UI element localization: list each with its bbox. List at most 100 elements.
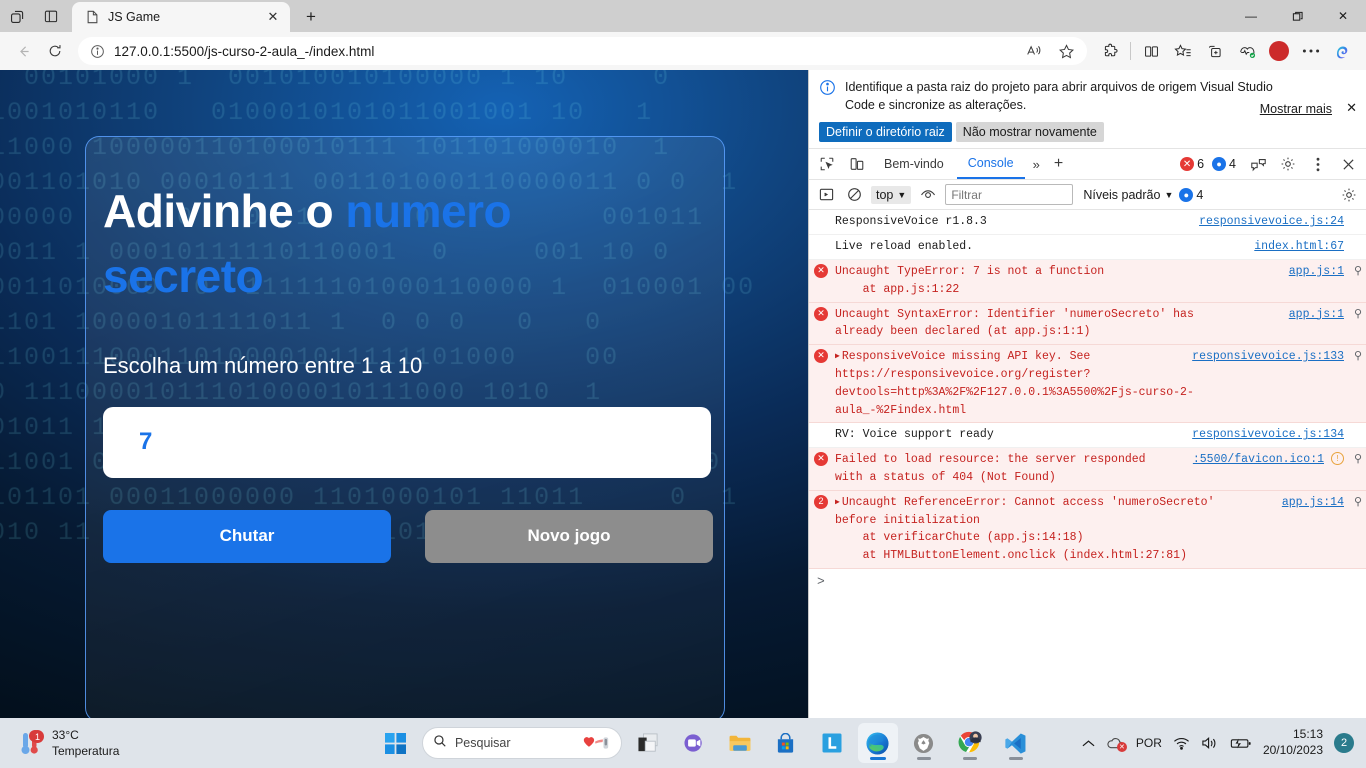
- microsoft-teams-icon[interactable]: [674, 723, 714, 763]
- show-more-link[interactable]: Mostrar mais: [1260, 102, 1332, 116]
- set-root-directory-button[interactable]: Definir o diretório raiz: [819, 122, 952, 143]
- stack-link[interactable]: app.js:14:18: [994, 531, 1077, 544]
- new-game-button[interactable]: Novo jogo: [425, 509, 713, 563]
- stack-link[interactable]: app.js:1:22: [883, 283, 959, 296]
- maximize-button[interactable]: [1274, 0, 1320, 32]
- more-vertical-icon[interactable]: [1304, 151, 1332, 177]
- console-message[interactable]: RV: Voice support ready responsivevoice.…: [809, 423, 1366, 449]
- split-screen-icon[interactable]: [1136, 36, 1166, 66]
- file-explorer-icon[interactable]: [720, 723, 760, 763]
- windows-start-icon[interactable]: [376, 723, 416, 763]
- search-input[interactable]: Pesquisar: [421, 727, 622, 759]
- devtools-tab-console[interactable]: Console: [956, 150, 1025, 179]
- gear-icon[interactable]: [1274, 151, 1302, 177]
- search-icon[interactable]: ⚲: [1354, 452, 1362, 469]
- task-view-icon[interactable]: [628, 723, 668, 763]
- browser-essentials-icon[interactable]: [1200, 36, 1230, 66]
- close-icon[interactable]: ✕: [1346, 100, 1357, 116]
- console-message[interactable]: Live reload enabled. index.html:67: [809, 235, 1366, 260]
- console-message-source[interactable]: app.js:1: [1289, 306, 1344, 324]
- more-options-icon[interactable]: [1296, 36, 1326, 66]
- copilot-icon[interactable]: [1328, 36, 1358, 66]
- guess-input[interactable]: 7: [103, 406, 711, 478]
- favorites-list-icon[interactable]: [1168, 36, 1198, 66]
- vs-code-icon[interactable]: [996, 723, 1036, 763]
- console-message[interactable]: ResponsiveVoice r1.8.3 responsivevoice.j…: [809, 210, 1366, 236]
- console-message[interactable]: 2 ▶ Uncaught ReferenceError: Cannot acces…: [809, 490, 1366, 570]
- console-message-source[interactable]: :5500/favicon.ico:1: [1193, 451, 1324, 469]
- clear-console-icon[interactable]: [843, 184, 865, 206]
- close-icon[interactable]: ✕: [262, 6, 284, 28]
- wifi-icon[interactable]: [1173, 736, 1190, 750]
- gear-icon[interactable]: [1338, 184, 1360, 206]
- info-circle-icon[interactable]: [88, 42, 106, 60]
- puzzle-piece-icon[interactable]: [1095, 36, 1125, 66]
- issues-icon[interactable]: [1244, 151, 1272, 177]
- console-message-source[interactable]: responsivevoice.js:24: [1199, 213, 1344, 231]
- expand-triangle-icon[interactable]: ▶: [835, 497, 840, 509]
- search-icon[interactable]: ⚲: [1354, 349, 1362, 366]
- stack-link[interactable]: app.js:1:1: [1014, 325, 1083, 338]
- brave-browser-icon[interactable]: [904, 723, 944, 763]
- console-message-source[interactable]: app.js:14: [1282, 494, 1344, 512]
- guess-button[interactable]: Chutar: [103, 509, 391, 563]
- error-count[interactable]: ✕ 6: [1180, 157, 1204, 172]
- console-message[interactable]: ✕ Failed to load resource: the server re…: [809, 448, 1366, 491]
- back-arrow-icon[interactable]: [8, 36, 38, 66]
- chevron-double-right-icon[interactable]: »: [1027, 157, 1046, 172]
- live-expression-icon[interactable]: [917, 184, 939, 206]
- language-indicator[interactable]: POR: [1136, 736, 1162, 750]
- vertical-tabs-icon[interactable]: [34, 0, 68, 32]
- search-icon[interactable]: ⚲: [1354, 307, 1362, 324]
- chevron-up-icon[interactable]: [1082, 739, 1095, 748]
- onedrive-error-icon[interactable]: ✕: [1106, 736, 1127, 752]
- read-aloud-icon[interactable]: [1019, 36, 1049, 66]
- address-bar[interactable]: 127.0.0.1:5500/js-curso-2-aula_-/index.h…: [78, 37, 1087, 65]
- clock[interactable]: 15:13 20/10/2023: [1263, 727, 1323, 758]
- expand-triangle-icon[interactable]: ▶: [835, 351, 840, 363]
- console-message[interactable]: ✕ Uncaught SyntaxError: Identifier 'nume…: [809, 302, 1366, 346]
- search-icon[interactable]: ⚲: [1354, 264, 1362, 281]
- weather-widget[interactable]: 1 33°C Temperatura: [0, 727, 330, 759]
- close-button[interactable]: ✕: [1320, 0, 1366, 32]
- search-icon[interactable]: ⚲: [1354, 495, 1362, 512]
- new-tab-button[interactable]: +: [296, 2, 326, 32]
- devtools-tab-bem-vindo[interactable]: Bem-vindo: [873, 150, 955, 179]
- console-message-source[interactable]: app.js:1: [1289, 263, 1344, 281]
- console-message-source[interactable]: responsivevoice.js:133: [1192, 348, 1344, 366]
- console-message[interactable]: ✕ Uncaught TypeError: 7 is not a functio…: [809, 259, 1366, 303]
- console-message-list[interactable]: ResponsiveVoice r1.8.3 responsivevoice.j…: [809, 210, 1366, 718]
- close-icon[interactable]: [1334, 151, 1362, 177]
- filter-info-count[interactable]: ● 4: [1179, 187, 1203, 202]
- dont-show-again-button[interactable]: Não mostrar novamente: [955, 122, 1104, 143]
- microsoft-edge-icon[interactable]: [857, 723, 898, 763]
- console-message[interactable]: ✕ ▶ ResponsiveVoice missing API key. See …: [809, 345, 1366, 424]
- star-icon[interactable]: [1051, 36, 1081, 66]
- stack-link[interactable]: index.html:27:81: [1070, 549, 1180, 562]
- execution-context-selector[interactable]: top ▼: [871, 185, 912, 204]
- device-emulation-icon[interactable]: [843, 151, 871, 177]
- notification-count-badge[interactable]: 2: [1334, 733, 1354, 753]
- plus-icon[interactable]: +: [1048, 155, 1069, 173]
- log-levels-selector[interactable]: Níveis padrão ▼: [1083, 188, 1173, 202]
- google-chrome-icon[interactable]: [950, 723, 990, 763]
- lastpass-icon[interactable]: [812, 723, 852, 763]
- tab-actions-icon[interactable]: [0, 0, 34, 32]
- browser-essentials-health-icon[interactable]: [1232, 36, 1262, 66]
- inspect-element-icon[interactable]: [813, 151, 841, 177]
- console-prompt[interactable]: >: [809, 569, 1366, 594]
- minimize-button[interactable]: —: [1228, 0, 1274, 32]
- external-link[interactable]: https://responsivevoice.org/register?dev…: [835, 368, 1194, 417]
- weather-text: 33°C Temperatura: [52, 727, 119, 759]
- info-count[interactable]: ● 4: [1212, 157, 1236, 172]
- browser-tab-js-game[interactable]: JS Game ✕: [72, 2, 290, 32]
- console-message-source[interactable]: responsivevoice.js:134: [1192, 426, 1344, 444]
- battery-charging-icon[interactable]: [1230, 737, 1252, 750]
- volume-icon[interactable]: [1201, 736, 1219, 750]
- profile-avatar-icon[interactable]: [1264, 36, 1294, 66]
- microsoft-store-icon[interactable]: [766, 723, 806, 763]
- console-sidebar-icon[interactable]: [815, 184, 837, 206]
- console-message-source[interactable]: index.html:67: [1254, 238, 1344, 256]
- reload-icon[interactable]: [40, 36, 70, 66]
- filter-input[interactable]: Filtrar: [945, 184, 1074, 206]
